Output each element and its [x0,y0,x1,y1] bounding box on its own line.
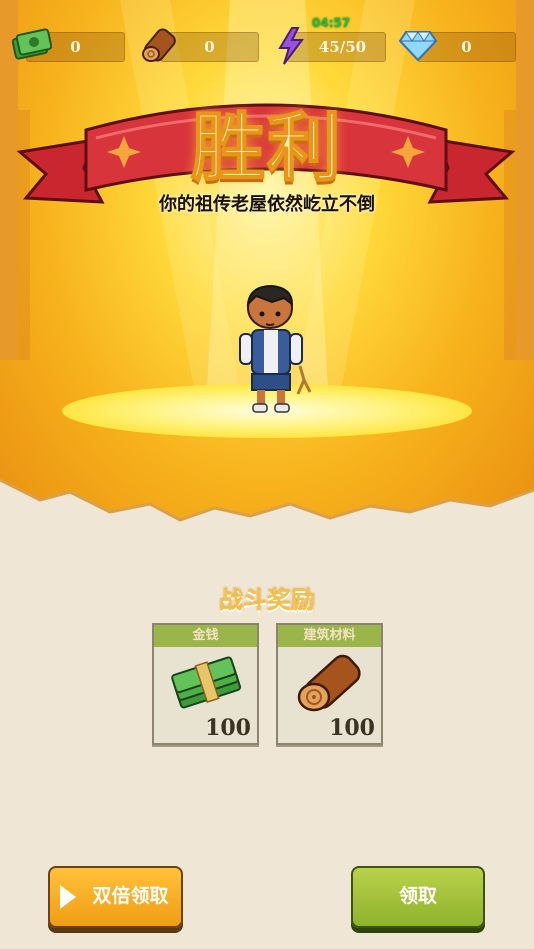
cash-stack-icon [171,656,242,709]
double-claim-button[interactable]: 双倍领取 [48,866,183,928]
claim-button[interactable]: 领取 [351,866,485,928]
reward-card-wood: 建筑材料 100 [276,623,383,745]
cash-icon [11,28,52,60]
double-claim-label: 双倍领取 [92,885,169,907]
reward-amount: 100 [329,715,375,741]
lightning-icon [278,27,304,65]
energy-timer: 04:57 [311,16,351,30]
victory-title: 胜利 [190,104,343,192]
reward-card-cash: 金钱 100 [152,623,259,745]
light-rays [0,0,534,420]
victory-subtitle: 你的祖传老屋依然屹立不倒 [159,194,375,215]
reward-card-label: 金钱 [154,625,257,647]
reward-card-label: 建筑材料 [278,625,381,647]
rewards-heading: 战斗奖励 [219,586,315,614]
wood-log-icon [297,654,361,712]
diamond-icon [398,31,438,62]
wood-log-icon [142,28,176,62]
player-character [239,284,312,413]
victory-screen: 0 0 04:57 45/50 0 胜利 你的祖传老屋依然屹立不倒 战斗奖励 金… [0,0,534,949]
reward-amount: 100 [205,715,251,741]
play-video-icon [60,885,76,909]
